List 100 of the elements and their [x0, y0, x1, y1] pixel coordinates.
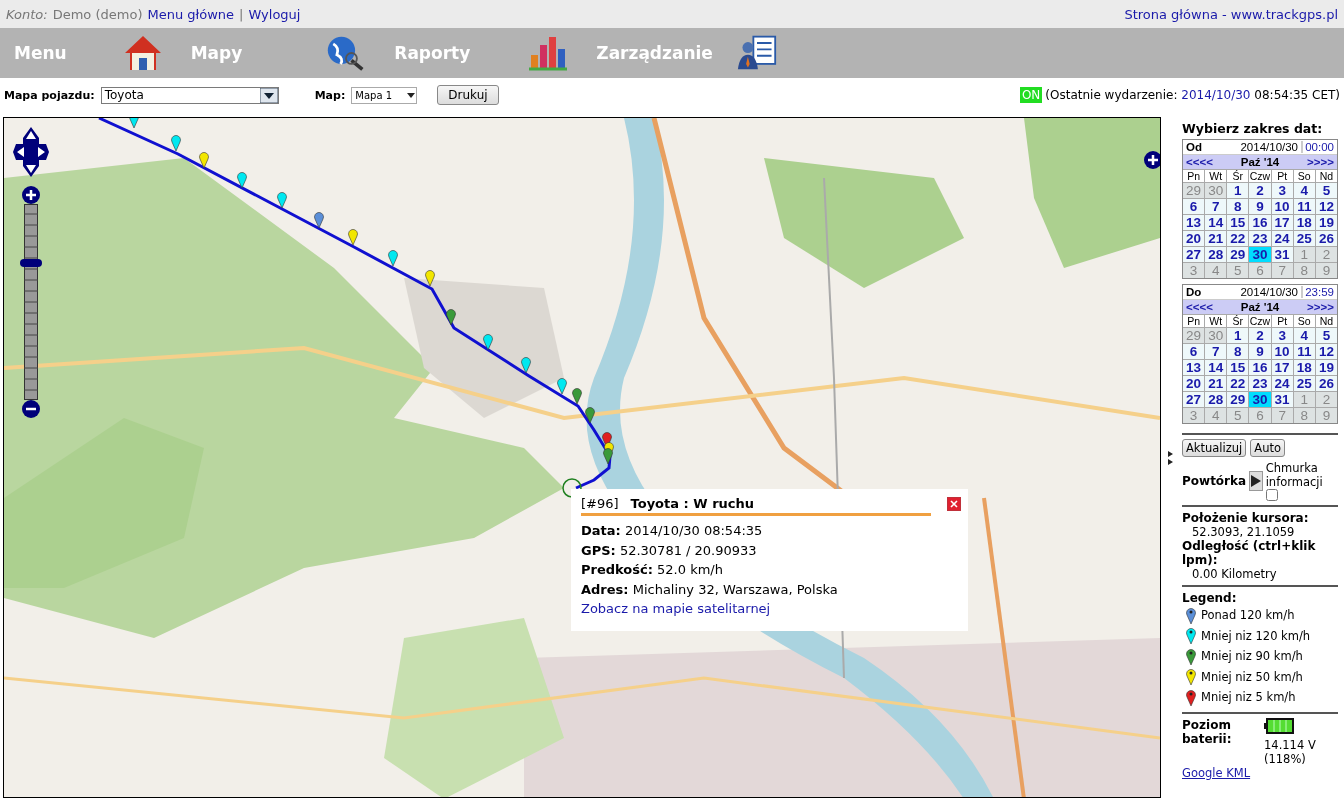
- calendar-day[interactable]: 5: [1315, 183, 1337, 198]
- calendar-day[interactable]: 23: [1249, 231, 1271, 246]
- sidebar-button[interactable]: Auto: [1250, 439, 1285, 457]
- calendar-day[interactable]: 22: [1227, 231, 1249, 246]
- calendar-day[interactable]: 31: [1271, 392, 1293, 407]
- calendar-day[interactable]: 14: [1205, 215, 1227, 230]
- calendar-day[interactable]: 30: [1249, 247, 1271, 262]
- calendar-day[interactable]: 20: [1183, 231, 1205, 246]
- calendar-day[interactable]: 5: [1315, 328, 1337, 343]
- last-event-date-link[interactable]: 2014/10/30: [1181, 88, 1251, 102]
- calendar-day[interactable]: 3: [1271, 183, 1293, 198]
- link-separator: |: [239, 6, 244, 22]
- calendar-day[interactable]: 6: [1183, 199, 1205, 214]
- calendar-day[interactable]: 12: [1315, 199, 1337, 214]
- sidebar-button[interactable]: Aktualizuj: [1182, 439, 1247, 457]
- calendar-day[interactable]: 7: [1205, 344, 1227, 359]
- google-kml-link[interactable]: Google KML: [1182, 765, 1338, 780]
- replay-label: Powtórka: [1182, 474, 1247, 488]
- calendar-day[interactable]: 24: [1271, 231, 1293, 246]
- weekday-header: Wt: [1205, 315, 1227, 327]
- calendar-day[interactable]: 2: [1249, 328, 1271, 343]
- calendar-day[interactable]: 2: [1249, 183, 1271, 198]
- calendar-day[interactable]: 23: [1249, 376, 1271, 391]
- calendar-day[interactable]: 14: [1205, 360, 1227, 375]
- calendar-day[interactable]: 10: [1271, 344, 1293, 359]
- calendar-day[interactable]: 19: [1315, 215, 1337, 230]
- calendar-day[interactable]: 28: [1205, 392, 1227, 407]
- homepage-link[interactable]: Strona główna - www.trackgps.pl: [1124, 6, 1338, 22]
- calendar-day[interactable]: 26: [1315, 231, 1337, 246]
- calendar-day[interactable]: 24: [1271, 376, 1293, 391]
- calendar-day[interactable]: 9: [1249, 344, 1271, 359]
- calendar-day[interactable]: 13: [1183, 360, 1205, 375]
- calendar-day[interactable]: 8: [1227, 199, 1249, 214]
- main-menu-link[interactable]: Menu główne: [147, 6, 235, 22]
- calendar-day[interactable]: 29: [1227, 392, 1249, 407]
- weekday-header: So: [1293, 315, 1315, 327]
- calendar-day[interactable]: 31: [1271, 247, 1293, 262]
- calendar-day[interactable]: 27: [1183, 247, 1205, 262]
- pan-control-icon[interactable]: [12, 126, 50, 178]
- print-button[interactable]: Drukuj: [437, 85, 499, 105]
- calendar-day[interactable]: 11: [1293, 344, 1315, 359]
- calendar-time-link[interactable]: 00:00: [1301, 141, 1334, 153]
- calendar-day[interactable]: 17: [1271, 360, 1293, 375]
- calendar-day[interactable]: 20: [1183, 376, 1205, 391]
- calendar-day[interactable]: 27: [1183, 392, 1205, 407]
- calendar-day[interactable]: 19: [1315, 360, 1337, 375]
- previous-month-link[interactable]: <<<<: [1186, 301, 1213, 313]
- layer-switcher-icon[interactable]: [1144, 151, 1160, 169]
- tooltip-checkbox[interactable]: [1265, 489, 1278, 501]
- weekday-header: Wt: [1205, 170, 1227, 182]
- map-select[interactable]: Mapa 1: [351, 86, 418, 104]
- collapse-arrows-icon[interactable]: [1167, 450, 1174, 465]
- calendar-day[interactable]: 21: [1205, 231, 1227, 246]
- calendar-day[interactable]: 28: [1205, 247, 1227, 262]
- calendar-day[interactable]: 21: [1205, 376, 1227, 391]
- calendar-day[interactable]: 11: [1293, 199, 1315, 214]
- calendar-day[interactable]: 8: [1227, 344, 1249, 359]
- calendar-time-link[interactable]: 23:59: [1301, 286, 1334, 298]
- vehicle-select[interactable]: Toyota: [100, 86, 279, 104]
- calendar-day[interactable]: 25: [1293, 376, 1315, 391]
- satellite-map-link[interactable]: Zobacz na mapie satelitarnej: [581, 601, 771, 616]
- popup-detail: Adres: Michaliny 32, Warszawa, Polska: [581, 580, 839, 599]
- calendar-day[interactable]: 3: [1271, 328, 1293, 343]
- close-icon: [950, 500, 958, 508]
- calendar-day[interactable]: 4: [1293, 328, 1315, 343]
- close-button[interactable]: [947, 497, 961, 511]
- calendar-date: 2014/10/30: [1240, 141, 1298, 153]
- zoom-in-icon[interactable]: [22, 186, 40, 204]
- calendar-day[interactable]: 6: [1183, 344, 1205, 359]
- calendar-day[interactable]: 16: [1249, 215, 1271, 230]
- calendar-day[interactable]: 26: [1315, 376, 1337, 391]
- legend-label: Mniej niz 50 km/h: [1201, 669, 1303, 684]
- zoom-slider-thumb[interactable]: [20, 258, 42, 267]
- calendar-day[interactable]: 13: [1183, 215, 1205, 230]
- calendar-day[interactable]: 18: [1293, 215, 1315, 230]
- popup-id: [#96]: [581, 496, 619, 511]
- calendar-day[interactable]: 17: [1271, 215, 1293, 230]
- logout-link[interactable]: Wyloguj: [248, 6, 301, 22]
- next-month-link[interactable]: >>>>: [1307, 301, 1334, 313]
- calendar-day[interactable]: 15: [1227, 215, 1249, 230]
- play-button[interactable]: [1249, 471, 1263, 491]
- weekday-header: Pt: [1271, 170, 1293, 182]
- previous-month-link[interactable]: <<<<: [1186, 156, 1213, 168]
- calendar-day[interactable]: 18: [1293, 360, 1315, 375]
- calendar-day[interactable]: 4: [1293, 183, 1315, 198]
- calendar-day[interactable]: 7: [1205, 199, 1227, 214]
- calendar-day[interactable]: 9: [1249, 199, 1271, 214]
- calendar-day[interactable]: 1: [1227, 328, 1249, 343]
- calendar-day[interactable]: 25: [1293, 231, 1315, 246]
- zoom-out-icon[interactable]: [22, 400, 40, 418]
- legend-title: Legend:: [1182, 591, 1238, 605]
- next-month-link[interactable]: >>>>: [1307, 156, 1334, 168]
- calendar-day[interactable]: 1: [1227, 183, 1249, 198]
- calendar-day[interactable]: 29: [1227, 247, 1249, 262]
- calendar-day[interactable]: 15: [1227, 360, 1249, 375]
- calendar-day[interactable]: 22: [1227, 376, 1249, 391]
- calendar-day[interactable]: 30: [1249, 392, 1271, 407]
- calendar-day[interactable]: 16: [1249, 360, 1271, 375]
- calendar-day[interactable]: 12: [1315, 344, 1337, 359]
- calendar-day[interactable]: 10: [1271, 199, 1293, 214]
